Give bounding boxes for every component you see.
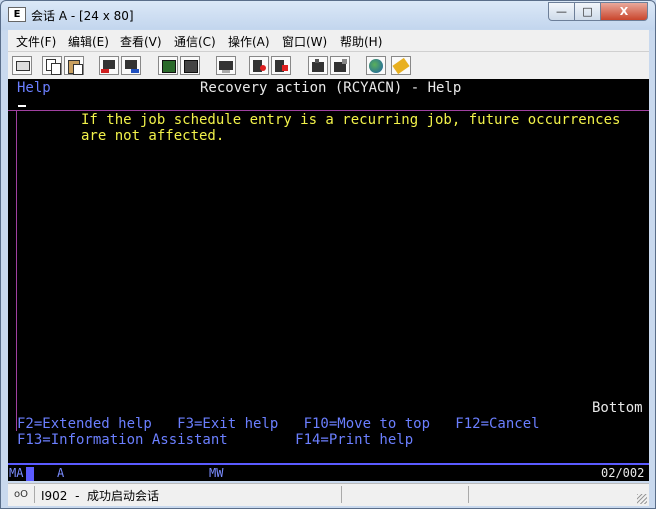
- cursor-position: 02/002: [601, 466, 645, 480]
- status-divider: [341, 486, 342, 503]
- window-title: 会话 A - [24 x 80]: [31, 9, 134, 23]
- print-screen-icon[interactable]: [12, 56, 32, 75]
- menu-bar: 文件(F) 编辑(E) 查看(V) 通信(C) 操作(A) 窗口(W) 帮助(H…: [8, 30, 649, 52]
- left-border: [16, 111, 17, 431]
- status-message: I902 - 成功启动会话: [41, 489, 160, 503]
- session-indicator: A: [57, 466, 65, 480]
- send-file-icon[interactable]: [99, 56, 119, 75]
- resize-grip[interactable]: [637, 494, 647, 504]
- status-block: [26, 467, 34, 481]
- macro-edit-icon[interactable]: [308, 56, 328, 75]
- page-title: Recovery action (RCYACN) - Help: [200, 80, 462, 96]
- menu-window[interactable]: 窗口(W): [282, 33, 327, 50]
- title-bar[interactable]: E 会话 A - [24 x 80] — □ X: [1, 1, 655, 29]
- paste-icon[interactable]: [64, 56, 84, 75]
- emulator-window: E 会话 A - [24 x 80] — □ X 文件(F) 编辑(E) 查看(…: [0, 0, 656, 509]
- menu-communication[interactable]: 通信(C): [174, 33, 216, 50]
- record-macro-icon[interactable]: [216, 56, 236, 75]
- status-divider: [34, 486, 35, 503]
- help-icon[interactable]: [391, 56, 411, 75]
- menu-help[interactable]: 帮助(H): [340, 33, 382, 50]
- help-text-line-2: are not affected.: [81, 128, 225, 144]
- toolbar: [8, 52, 649, 79]
- connection-icon: oO: [14, 489, 28, 500]
- mw-indicator: MW: [209, 466, 224, 480]
- stop-macro-icon[interactable]: [271, 56, 291, 75]
- function-keys-line-2[interactable]: F13=Information Assistant F14=Print help: [17, 432, 413, 448]
- help-label: Help: [17, 80, 51, 96]
- display-icon[interactable]: [158, 56, 178, 75]
- globe-icon[interactable]: [366, 56, 386, 75]
- close-button[interactable]: X: [600, 2, 648, 21]
- macro-run-icon[interactable]: [330, 56, 350, 75]
- keypad-icon[interactable]: [180, 56, 200, 75]
- help-text-line-1: If the job schedule entry is a recurring…: [81, 112, 621, 128]
- menu-edit[interactable]: 编辑(E): [68, 33, 109, 50]
- receive-file-icon[interactable]: [121, 56, 141, 75]
- play-macro-icon[interactable]: [249, 56, 269, 75]
- bottom-indicator: Bottom: [592, 400, 643, 416]
- header-divider: [8, 110, 649, 111]
- status-bar: oO I902 - 成功启动会话: [8, 483, 649, 506]
- menu-view[interactable]: 查看(V): [120, 33, 162, 50]
- maximize-button[interactable]: □: [574, 2, 601, 21]
- menu-actions[interactable]: 操作(A): [228, 33, 270, 50]
- function-keys-line-1[interactable]: F2=Extended help F3=Exit help F10=Move t…: [17, 416, 540, 432]
- operator-info-area: MA A MW 02/002: [8, 463, 649, 481]
- minimize-button[interactable]: —: [548, 2, 575, 21]
- status-divider: [468, 486, 469, 503]
- text-cursor: [18, 105, 26, 107]
- app-icon: E: [8, 7, 26, 22]
- terminal-screen[interactable]: Help Recovery action (RCYACN) - Help If …: [8, 79, 649, 481]
- ma-indicator: MA: [9, 466, 24, 480]
- copy-icon[interactable]: [42, 56, 62, 75]
- menu-file[interactable]: 文件(F): [16, 33, 56, 50]
